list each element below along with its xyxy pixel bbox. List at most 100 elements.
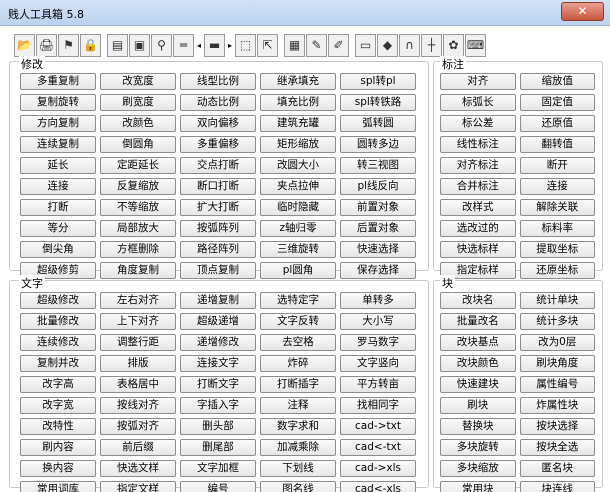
- text-button[interactable]: 编号: [180, 481, 256, 492]
- text-button[interactable]: 刷内容: [20, 439, 96, 456]
- modify-button[interactable]: 临时隐藏: [260, 199, 336, 216]
- text-button[interactable]: 复制并改: [20, 355, 96, 372]
- edit-icon[interactable]: ✐: [328, 33, 349, 57]
- magnet-icon[interactable]: ∩: [399, 33, 420, 57]
- modify-button[interactable]: spl转铁路: [340, 94, 416, 111]
- block-button[interactable]: 多块旋转: [440, 439, 516, 456]
- block-button[interactable]: 刷块: [440, 397, 516, 414]
- modify-button[interactable]: 局部放大: [100, 220, 176, 237]
- modify-button[interactable]: pl线反向: [340, 178, 416, 195]
- text-button[interactable]: cad<-txt: [340, 439, 416, 456]
- modify-button[interactable]: 动态比例: [180, 94, 256, 111]
- modify-button[interactable]: 顶点复制: [180, 262, 256, 279]
- text-button[interactable]: 删头部: [180, 418, 256, 435]
- block-button[interactable]: 统计多块: [519, 313, 595, 330]
- modify-button[interactable]: 三维旋转: [260, 241, 336, 258]
- annotation-button[interactable]: 断开: [519, 157, 595, 174]
- text-button[interactable]: 按线对齐: [100, 397, 176, 414]
- modify-button[interactable]: 延长: [20, 157, 96, 174]
- block-button[interactable]: 按块全选: [519, 439, 595, 456]
- print-icon[interactable]: 🖨: [36, 33, 57, 57]
- block-button[interactable]: 改块基点: [440, 334, 516, 351]
- annotation-button[interactable]: 标料率: [519, 220, 595, 237]
- block-button[interactable]: 常用块: [440, 481, 516, 492]
- annotation-button[interactable]: 连接: [519, 178, 595, 195]
- modify-button[interactable]: z轴归零: [260, 220, 336, 237]
- lock-icon[interactable]: 🔒: [80, 33, 101, 57]
- text-button[interactable]: cad->xls: [340, 460, 416, 477]
- modify-button[interactable]: 前置对象: [340, 199, 416, 216]
- image-icon[interactable]: ▦: [284, 33, 305, 57]
- keyboard-icon[interactable]: ⌨: [465, 33, 486, 57]
- settings-icon[interactable]: ✿: [443, 33, 464, 57]
- layer-icon[interactable]: ▬: [204, 33, 225, 57]
- text-button[interactable]: 常用词库: [20, 481, 96, 492]
- export-icon[interactable]: ⇱: [257, 33, 278, 57]
- text-button[interactable]: 超级修改: [20, 292, 96, 309]
- modify-button[interactable]: 矩形缩放: [260, 136, 336, 153]
- magnifier-icon[interactable]: ⚲: [151, 33, 172, 57]
- block-button[interactable]: 改块颜色: [440, 355, 516, 372]
- text-button[interactable]: 文字竖向: [340, 355, 416, 372]
- modify-button[interactable]: 打断: [20, 199, 96, 216]
- block-button[interactable]: 块连线: [519, 481, 595, 492]
- annotation-button[interactable]: 提取坐标: [519, 241, 595, 258]
- text-button[interactable]: 文字加框: [180, 460, 256, 477]
- text-button[interactable]: 大小写: [340, 313, 416, 330]
- annotation-button[interactable]: 标弧长: [440, 94, 516, 111]
- text-button[interactable]: 改字高: [20, 376, 96, 393]
- close-button[interactable]: ✕: [561, 2, 604, 21]
- annotation-button[interactable]: 改样式: [440, 199, 516, 216]
- text-button[interactable]: 图名线: [260, 481, 336, 492]
- modify-button[interactable]: 圆转多边: [340, 136, 416, 153]
- modify-button[interactable]: 方框删除: [100, 241, 176, 258]
- annotation-button[interactable]: 合并标注: [440, 178, 516, 195]
- text-button[interactable]: 表格居中: [100, 376, 176, 393]
- text-button[interactable]: 打断文字: [180, 376, 256, 393]
- text-button[interactable]: 找相同字: [340, 397, 416, 414]
- modify-button[interactable]: 角度复制: [100, 262, 176, 279]
- modify-button[interactable]: 转三视图: [340, 157, 416, 174]
- modify-button[interactable]: 夹点拉伸: [260, 178, 336, 195]
- text-button[interactable]: cad<-xls: [340, 481, 416, 492]
- modify-button[interactable]: 路径阵列: [180, 241, 256, 258]
- annotation-button[interactable]: 标公差: [440, 115, 516, 132]
- modify-button[interactable]: 改圆大小: [260, 157, 336, 174]
- text-button[interactable]: 删尾部: [180, 439, 256, 456]
- text-button[interactable]: 改特性: [20, 418, 96, 435]
- annotation-button[interactable]: 固定值: [519, 94, 595, 111]
- text-button[interactable]: 改字宽: [20, 397, 96, 414]
- calculator-icon[interactable]: ▤: [107, 33, 128, 57]
- annotation-button[interactable]: 解除关联: [519, 199, 595, 216]
- modify-button[interactable]: 改颜色: [100, 115, 176, 132]
- annotation-button[interactable]: 还原坐标: [519, 262, 595, 279]
- pen-icon[interactable]: ✎: [306, 33, 327, 57]
- modify-button[interactable]: 填充比例: [260, 94, 336, 111]
- annotation-button[interactable]: 翻转值: [519, 136, 595, 153]
- text-button[interactable]: 罗马数字: [340, 334, 416, 351]
- text-button[interactable]: 文字反转: [260, 313, 336, 330]
- block-button[interactable]: 统计单块: [519, 292, 595, 309]
- block-button[interactable]: 属性编号: [519, 376, 595, 393]
- block-button[interactable]: 刷块角度: [519, 355, 595, 372]
- text-button[interactable]: 指定文样: [100, 481, 176, 492]
- modify-button[interactable]: 保存选择: [340, 262, 416, 279]
- text-button[interactable]: 换内容: [20, 460, 96, 477]
- text-button[interactable]: 递增修改: [180, 334, 256, 351]
- modify-button[interactable]: 弧转圆: [340, 115, 416, 132]
- text-button[interactable]: 加减乘除: [260, 439, 336, 456]
- annotation-button[interactable]: 还原值: [519, 115, 595, 132]
- modify-button[interactable]: 继承填充: [260, 73, 336, 90]
- text-button[interactable]: 连接文字: [180, 355, 256, 372]
- modify-button[interactable]: 刷宽度: [100, 94, 176, 111]
- text-button[interactable]: 上下对齐: [100, 313, 176, 330]
- text-button[interactable]: 快选文样: [100, 460, 176, 477]
- modify-button[interactable]: 扩大打断: [180, 199, 256, 216]
- text-button[interactable]: 选特定字: [260, 292, 336, 309]
- text-button[interactable]: 字插入字: [180, 397, 256, 414]
- annotation-button[interactable]: 对齐: [440, 73, 516, 90]
- crosshair-icon[interactable]: ┼: [421, 33, 442, 57]
- folder-open-icon[interactable]: 📂: [14, 33, 35, 57]
- cube-icon[interactable]: ◆: [377, 33, 398, 57]
- window-icon[interactable]: ▣: [129, 33, 150, 57]
